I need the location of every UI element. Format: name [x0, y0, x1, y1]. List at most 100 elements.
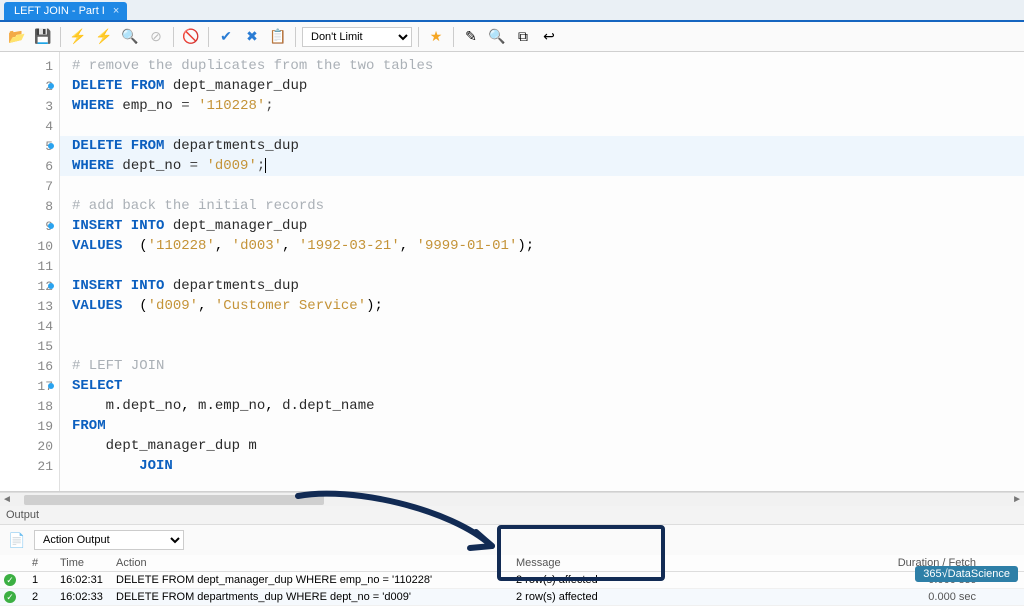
cell-message: 2 row(s) affected	[516, 591, 836, 603]
line-number: 2	[0, 76, 59, 96]
watermark: 365√DataScience	[915, 566, 1018, 582]
separator	[60, 27, 61, 47]
autocommit-icon[interactable]: 📋	[267, 26, 289, 48]
output-mode-select[interactable]: Action Output	[34, 530, 184, 550]
statement-dot-icon	[48, 383, 54, 389]
scroll-right-icon[interactable]: ►	[1012, 494, 1022, 505]
output-row[interactable]: ✓ 216:02:33DELETE FROM departments_dup WH…	[0, 589, 1024, 606]
output-toolbar: 📄 Action Output	[0, 525, 1024, 555]
col-time: Time	[60, 557, 116, 569]
code-line[interactable]: WHERE dept_no = 'd009';	[60, 156, 1024, 176]
close-icon[interactable]: ×	[113, 5, 119, 17]
cell-time: 16:02:33	[60, 591, 116, 603]
invisible-icon[interactable]: ⧉	[512, 26, 534, 48]
line-number: 10	[0, 236, 59, 256]
statement-dot-icon	[48, 83, 54, 89]
line-number: 6	[0, 156, 59, 176]
code-line[interactable]: FROM	[60, 416, 1024, 436]
separator	[295, 27, 296, 47]
code-line[interactable]: INSERT INTO departments_dup	[60, 276, 1024, 296]
cell-time: 16:02:31	[60, 574, 116, 586]
output-row[interactable]: ✓ 116:02:31DELETE FROM dept_manager_dup W…	[0, 572, 1024, 589]
wrap-icon[interactable]: ↩	[538, 26, 560, 48]
line-number: 19	[0, 416, 59, 436]
cell-duration: 0.000 sec	[836, 591, 976, 603]
commit-icon[interactable]: ✔	[215, 26, 237, 48]
code-line[interactable]: SELECT	[60, 376, 1024, 396]
code-line[interactable]: WHERE emp_no = '110228';	[60, 96, 1024, 116]
brush-icon[interactable]: ✎	[460, 26, 482, 48]
line-number: 14	[0, 316, 59, 336]
code-line[interactable]: VALUES ('110228', 'd003', '1992-03-21', …	[60, 236, 1024, 256]
separator	[453, 27, 454, 47]
tab-title: LEFT JOIN - Part I	[14, 5, 105, 17]
code-line[interactable]: DELETE FROM departments_dup	[60, 136, 1024, 156]
find-icon[interactable]: 🔍	[486, 26, 508, 48]
limit-select[interactable]: Don't Limit	[302, 27, 412, 47]
open-icon[interactable]: 📂	[6, 26, 28, 48]
line-gutter: 123456789101112131415161718192021	[0, 52, 60, 491]
line-number: 17	[0, 376, 59, 396]
line-number: 18	[0, 396, 59, 416]
code-line[interactable]: m.dept_no, m.emp_no, d.dept_name	[60, 396, 1024, 416]
cell-action: DELETE FROM departments_dup WHERE dept_n…	[116, 591, 516, 603]
statement-dot-icon	[48, 283, 54, 289]
sql-editor[interactable]: 123456789101112131415161718192021 # remo…	[0, 52, 1024, 492]
code-line[interactable]	[60, 256, 1024, 276]
code-line[interactable]	[60, 336, 1024, 356]
save-icon[interactable]: 💾	[32, 26, 54, 48]
cell-message: 2 row(s) affected	[516, 574, 836, 586]
line-number: 21	[0, 456, 59, 476]
line-number: 12	[0, 276, 59, 296]
cell-idx: 1	[32, 574, 60, 586]
line-number: 16	[0, 356, 59, 376]
success-icon: ✓	[4, 591, 16, 603]
code-line[interactable]: # remove the duplicates from the two tab…	[60, 56, 1024, 76]
grid-header-row: # Time Action Message Duration / Fetch	[0, 555, 1024, 572]
code-line[interactable]: DELETE FROM dept_manager_dup	[60, 76, 1024, 96]
explain-icon[interactable]: 🔍	[119, 26, 141, 48]
line-number: 9	[0, 216, 59, 236]
stop-on-error-icon[interactable]: 🚫	[180, 26, 202, 48]
beautify-icon[interactable]: ★	[425, 26, 447, 48]
code-line[interactable]: VALUES ('d009', 'Customer Service');	[60, 296, 1024, 316]
toolbar: 📂 💾 ⚡ ⚡ 🔍 ⊘ 🚫 ✔ ✖ 📋 Don't Limit ★ ✎ 🔍 ⧉ …	[0, 22, 1024, 52]
col-action: Action	[116, 557, 516, 569]
line-number: 4	[0, 116, 59, 136]
line-number: 3	[0, 96, 59, 116]
cell-idx: 2	[32, 591, 60, 603]
code-line[interactable]	[60, 116, 1024, 136]
output-copy-icon[interactable]: 📄	[6, 529, 28, 551]
tab-active[interactable]: LEFT JOIN - Part I ×	[4, 2, 127, 20]
line-number: 13	[0, 296, 59, 316]
execute-icon[interactable]: ⚡	[67, 26, 89, 48]
col-idx: #	[32, 557, 60, 569]
separator	[208, 27, 209, 47]
code-line[interactable]	[60, 176, 1024, 196]
scroll-left-icon[interactable]: ◄	[2, 494, 12, 505]
code-line[interactable]: INSERT INTO dept_manager_dup	[60, 216, 1024, 236]
rollback-icon[interactable]: ✖	[241, 26, 263, 48]
execute-selection-icon[interactable]: ⚡	[93, 26, 115, 48]
code-line[interactable]: # LEFT JOIN	[60, 356, 1024, 376]
success-icon: ✓	[4, 574, 16, 586]
separator	[418, 27, 419, 47]
tab-bar: LEFT JOIN - Part I ×	[0, 0, 1024, 22]
stop-icon[interactable]: ⊘	[145, 26, 167, 48]
output-grid: # Time Action Message Duration / Fetch ✓…	[0, 555, 1024, 606]
statement-dot-icon	[48, 143, 54, 149]
code-line[interactable]: dept_manager_dup m	[60, 436, 1024, 456]
horizontal-scrollbar[interactable]: ◄ ►	[0, 492, 1024, 506]
line-number: 1	[0, 56, 59, 76]
code-line[interactable]	[60, 316, 1024, 336]
code-line[interactable]: # add back the initial records	[60, 196, 1024, 216]
output-panel-label: Output	[0, 506, 1024, 525]
code-line[interactable]: JOIN	[60, 456, 1024, 476]
line-number: 8	[0, 196, 59, 216]
scroll-thumb[interactable]	[24, 495, 324, 505]
code-area[interactable]: # remove the duplicates from the two tab…	[60, 52, 1024, 491]
separator	[173, 27, 174, 47]
col-message: Message	[516, 557, 836, 569]
line-number: 15	[0, 336, 59, 356]
cell-action: DELETE FROM dept_manager_dup WHERE emp_n…	[116, 574, 516, 586]
